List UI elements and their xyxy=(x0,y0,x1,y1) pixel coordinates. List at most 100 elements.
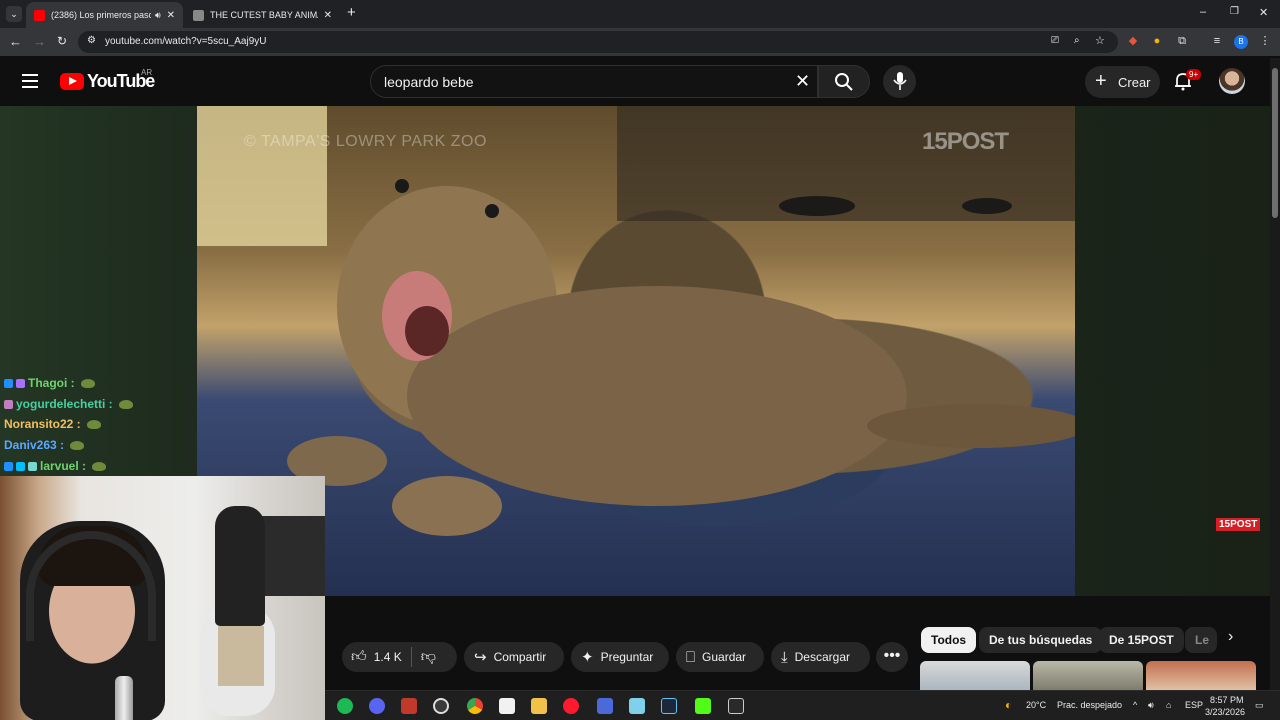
ask-button[interactable]: ✦ Preguntar xyxy=(571,642,669,672)
chat-badge-icon xyxy=(28,461,37,471)
file-explorer-icon[interactable] xyxy=(531,698,547,714)
network-icon[interactable]: ⌂ xyxy=(1166,700,1171,710)
share-arrow-icon: ↪ xyxy=(474,649,487,666)
new-tab-button[interactable]: + xyxy=(347,4,356,21)
download-button[interactable]: ⤓ Descargar xyxy=(771,642,870,672)
tab-title: (2386) Los primeros pasos d xyxy=(51,10,151,20)
app-icon[interactable] xyxy=(629,698,645,714)
video-player[interactable]: © TAMPA'S LOWRY PARK ZOO 15POST xyxy=(197,106,1075,596)
language-indicator[interactable]: ESP xyxy=(1185,700,1203,710)
save-button[interactable]: ⎕ Guardar xyxy=(676,642,764,672)
chat-message: Daniv263 : xyxy=(4,438,85,452)
chip-todos[interactable]: Todos xyxy=(921,627,977,653)
clock-time[interactable]: 8:57 PM xyxy=(1210,695,1244,705)
hamburger-menu-icon[interactable] xyxy=(22,74,38,92)
kick-icon[interactable] xyxy=(695,698,711,714)
channel-branding-badge[interactable]: 15POST xyxy=(1216,518,1261,531)
reload-icon[interactable]: ↻ xyxy=(57,34,67,48)
clear-search-icon[interactable]: ✕ xyxy=(795,71,810,92)
region-code: AR xyxy=(141,68,153,77)
windows-taskbar: ◐ 20°C Prac. despejado ^ 🔊︎ ⌂ ESP 8:57 P… xyxy=(325,690,1280,720)
close-tab-icon[interactable]: ✕ xyxy=(324,10,332,21)
cast-icon[interactable]: ⎚ xyxy=(1051,35,1059,46)
address-bar[interactable]: ⚙ youtube.com/watch?v=5scu_Aaj9yU ⎚ ⌕ ☆ xyxy=(78,31,1118,53)
epic-games-icon[interactable] xyxy=(728,698,744,714)
webcam-mannequin-legs-shape xyxy=(218,626,264,686)
scrollbar-thumb[interactable] xyxy=(1272,68,1278,218)
page-scrollbar[interactable] xyxy=(1270,58,1280,690)
webcam-overlay xyxy=(0,476,325,720)
weather-icon[interactable]: ◐ xyxy=(1005,698,1012,712)
share-label: Compartir xyxy=(493,650,547,664)
site-info-icon[interactable]: ⚙ xyxy=(87,35,96,46)
obs-icon[interactable] xyxy=(433,698,449,714)
speaker-icon[interactable]: 🔊︎ xyxy=(155,10,161,21)
bookmark-star-icon[interactable]: ☆ xyxy=(1095,34,1105,47)
search-box[interactable]: leopardo bebe ✕ xyxy=(370,65,818,98)
voice-search-button[interactable] xyxy=(883,65,916,98)
share-button[interactable]: ↪ Compartir xyxy=(464,642,564,672)
steam-icon[interactable] xyxy=(661,698,677,714)
save-label: Guardar xyxy=(702,650,747,664)
search-input[interactable]: leopardo bebe xyxy=(384,74,474,90)
extension-color-icon[interactable]: ● xyxy=(1151,35,1163,47)
chat-badge-icon xyxy=(16,378,25,388)
tab-cutest-baby-animal[interactable]: THE CUTEST BABY ANIMAL Bra ✕ xyxy=(185,2,340,28)
extensions-puzzle-icon[interactable]: ⧉ xyxy=(1176,35,1188,47)
youtube-logo-icon[interactable] xyxy=(60,73,84,90)
clock-date[interactable]: 3/23/2026 xyxy=(1205,707,1245,717)
dislike-button[interactable]: 👎︎ xyxy=(421,648,443,666)
chat-username: Daniv263 : xyxy=(4,438,65,452)
plus-icon: + xyxy=(1095,70,1107,92)
weather-desc[interactable]: Prac. despejado xyxy=(1057,700,1122,710)
chip-partial[interactable]: Le xyxy=(1185,627,1217,653)
zoom-icon[interactable]: ⌕ xyxy=(1074,35,1080,46)
like-button[interactable]: 👍︎ 1.4 K xyxy=(342,648,402,666)
forward-icon[interactable]: → xyxy=(33,34,46,49)
tab-los-primeros-pasos[interactable]: (2386) Los primeros pasos d 🔊︎ ✕ xyxy=(26,2,183,28)
sparkle-icon: ✦ xyxy=(581,649,594,666)
close-window-icon[interactable]: ✕ xyxy=(1259,6,1268,19)
minimize-icon[interactable]: – xyxy=(1200,6,1206,18)
voicemeeter-icon[interactable] xyxy=(401,698,417,714)
more-actions-button[interactable]: ••• xyxy=(876,642,908,672)
chat-username: Thagoi : xyxy=(28,376,75,390)
related-video-thumbnail[interactable] xyxy=(920,661,1030,691)
create-button[interactable]: + Crear xyxy=(1085,66,1160,98)
chat-message: Thagoi : xyxy=(4,376,95,390)
tray-chevron-icon[interactable]: ^ xyxy=(1133,700,1137,710)
back-icon[interactable]: ← xyxy=(9,34,22,49)
spotify-icon[interactable] xyxy=(337,698,353,714)
close-tab-icon[interactable]: ✕ xyxy=(167,10,175,21)
browser-menu-icon[interactable]: ⋮ xyxy=(1259,35,1271,47)
notification-center-icon[interactable]: ▭ xyxy=(1255,700,1264,711)
weather-temp[interactable]: 20°C xyxy=(1026,700,1046,710)
microphone-icon xyxy=(893,72,907,90)
opera-icon[interactable] xyxy=(563,698,579,714)
leopard-cub-frame-image xyxy=(197,106,1075,536)
chrome-icon[interactable] xyxy=(467,698,483,714)
related-video-thumbnail[interactable] xyxy=(1146,661,1256,691)
chips-next-icon[interactable]: › xyxy=(1228,628,1233,646)
profile-avatar[interactable]: B xyxy=(1234,35,1248,49)
chip-de-15post[interactable]: De 15POST xyxy=(1099,627,1184,653)
tab-search-button[interactable]: ⌄ xyxy=(6,6,22,22)
volume-icon[interactable]: 🔊︎ xyxy=(1148,700,1154,711)
create-label: Crear xyxy=(1118,75,1151,90)
extension-fox-icon[interactable]: ◆ xyxy=(1127,35,1139,47)
chat-badge-icon xyxy=(16,461,25,471)
app-icon[interactable] xyxy=(597,698,613,714)
search-button[interactable] xyxy=(818,65,870,98)
like-dislike-group: 👍︎ 1.4 K 👎︎ xyxy=(342,642,457,672)
account-avatar[interactable] xyxy=(1219,68,1245,94)
url-text: youtube.com/watch?v=5scu_Aaj9yU xyxy=(105,36,267,47)
restore-icon[interactable]: ❐ xyxy=(1230,6,1239,17)
related-video-thumbnail[interactable] xyxy=(1033,661,1143,691)
reading-list-icon[interactable]: ≡ xyxy=(1211,35,1223,47)
bottle-shape xyxy=(115,676,133,720)
chip-de-tus-busquedas[interactable]: De tus búsquedas xyxy=(979,627,1103,653)
discord-icon[interactable] xyxy=(369,698,385,714)
like-count: 1.4 K xyxy=(373,650,402,664)
chat-username: Noransito22 : xyxy=(4,417,81,431)
app-icon[interactable] xyxy=(499,698,515,714)
